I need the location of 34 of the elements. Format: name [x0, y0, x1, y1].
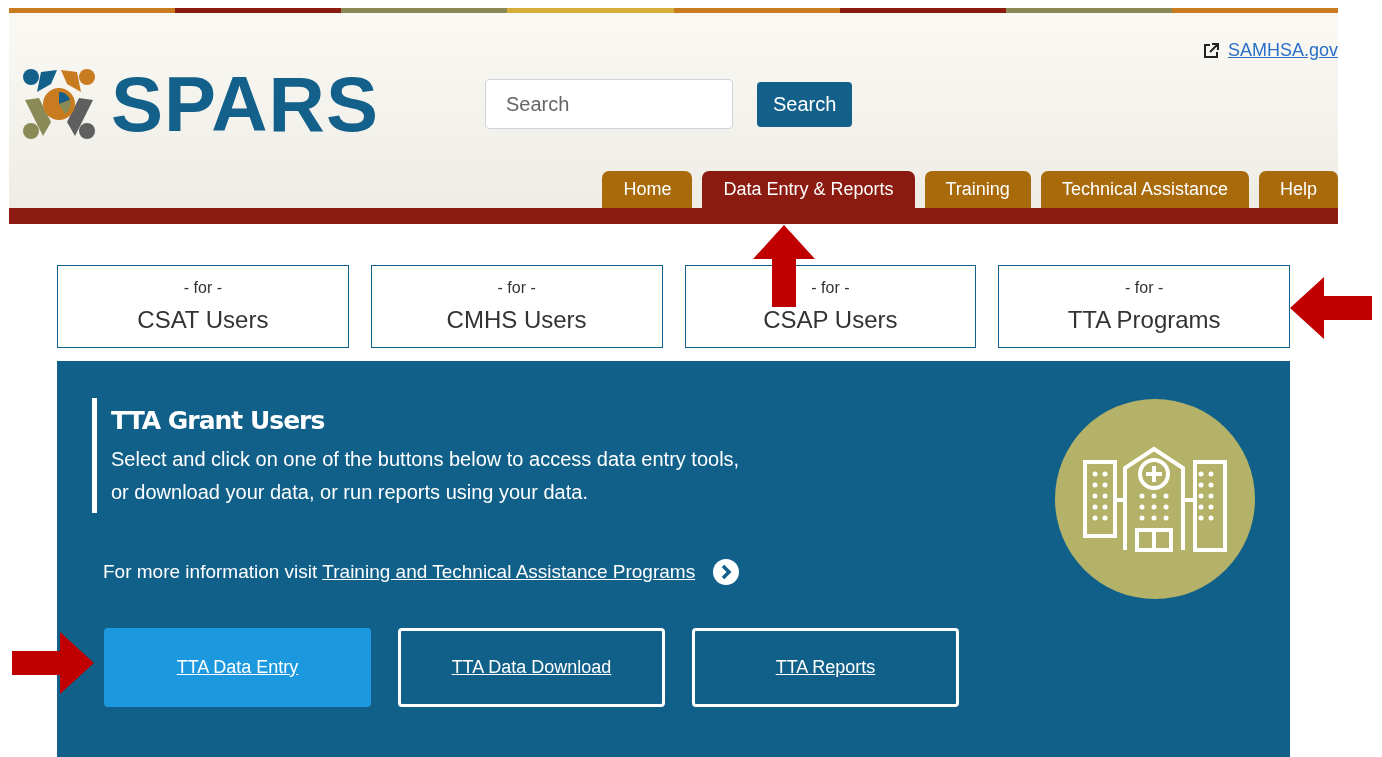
search-field[interactable]: Search	[484, 79, 733, 129]
logo-icon	[21, 66, 97, 142]
external-link-icon	[1201, 41, 1220, 60]
action-button[interactable]: TTA Data Download	[398, 628, 665, 707]
nav-tab[interactable]: Data Entry & Reports	[702, 171, 915, 208]
logo-text: SPARS	[111, 65, 379, 143]
annotation-arrow-icon	[12, 632, 94, 694]
nav-tab[interactable]: Technical Assistance	[1040, 171, 1249, 208]
card-label: CSAP Users	[763, 304, 898, 335]
annotation-arrow-icon	[1290, 277, 1372, 339]
card-prefix: - for -	[811, 277, 850, 298]
card-prefix: - for -	[497, 277, 536, 298]
annotation-arrow-icon	[753, 225, 815, 307]
user-card[interactable]: - for - CSAP Users	[684, 265, 977, 348]
info-text: For more information visit	[103, 559, 318, 584]
panel-description: Select and click on one of the buttons below to access data entry tools, or download your data, or run reports using your data.	[111, 446, 741, 505]
samhsa-link[interactable]: SAMHSA.gov	[1227, 37, 1338, 64]
user-card[interactable]: - for - CSAT Users	[57, 265, 349, 348]
card-prefix: - for -	[183, 277, 222, 298]
card-label: TTA Programs	[1067, 304, 1221, 335]
card-label: CMHS Users	[446, 304, 587, 335]
user-card[interactable]: - for - CMHS Users	[370, 265, 663, 348]
hospital-icon	[1083, 446, 1227, 552]
panel-title: TTA Grant Users	[111, 405, 326, 437]
nav-tab[interactable]: Home	[602, 171, 693, 208]
nav-tab[interactable]: Help	[1258, 171, 1338, 208]
chevron-circle-icon	[713, 558, 740, 585]
nav-tab[interactable]: Training	[924, 171, 1031, 208]
card-label: CSAT Users	[137, 304, 269, 335]
programs-link[interactable]: Training and Technical Assistance Programs	[322, 557, 696, 586]
action-button[interactable]: TTA Reports	[692, 628, 959, 707]
search-button[interactable]: Search	[756, 81, 853, 127]
card-prefix: - for -	[1125, 277, 1164, 298]
user-card[interactable]: - for - TTA Programs	[998, 265, 1290, 348]
